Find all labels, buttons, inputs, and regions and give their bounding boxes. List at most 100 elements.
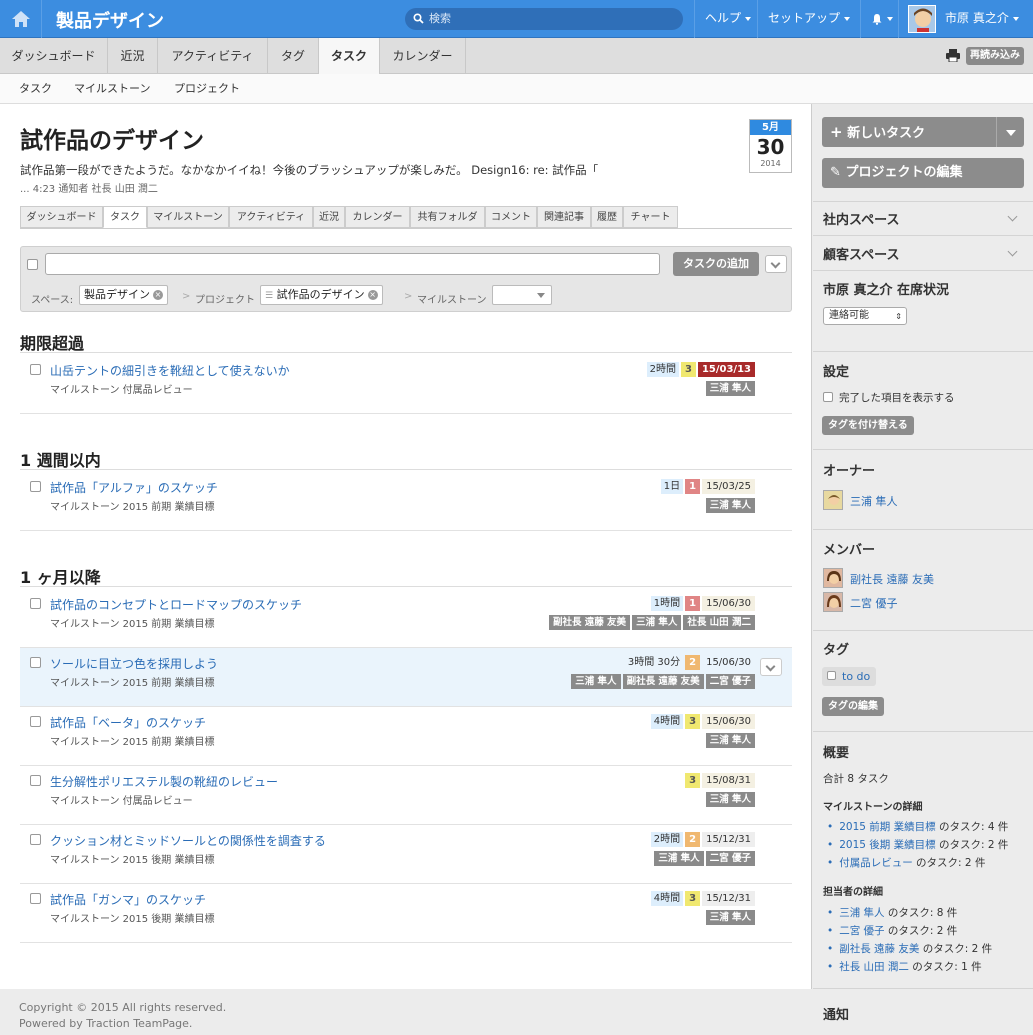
task-row[interactable]: クッション材とミッドソールとの関係性を調査する マイルストーン 2015 後期 … (20, 825, 792, 884)
task-title[interactable]: 試作品「ベータ」のスケッチ (50, 714, 206, 731)
tab-dashboard[interactable]: ダッシュボード (0, 38, 108, 74)
milestone-select[interactable] (492, 285, 552, 305)
task-checkbox[interactable] (30, 893, 41, 904)
ptab-milestones[interactable]: マイルストーン (147, 206, 229, 228)
assignee-badge[interactable]: 三浦 隼人 (705, 910, 755, 925)
internal-space-heading[interactable]: 社内スペース (823, 209, 899, 228)
notifications-menu[interactable] (860, 0, 898, 38)
avatar[interactable] (908, 5, 936, 33)
task-row[interactable]: 試作品「ベータ」のスケッチ マイルストーン 2015 前期 業績目標 4時間 3… (20, 707, 792, 766)
task-checkbox[interactable] (30, 481, 41, 492)
task-checkbox[interactable] (30, 364, 41, 375)
task-options-dropdown[interactable] (760, 658, 782, 676)
tab-recent[interactable]: 近況 (108, 38, 158, 74)
assignee-badge[interactable]: 二宮 優子 (705, 674, 755, 689)
ptab-calendar[interactable]: カレンダー (345, 206, 410, 228)
chevron-down-icon[interactable] (1007, 211, 1018, 222)
task-title[interactable]: 試作品「アルファ」のスケッチ (50, 479, 218, 496)
ptab-related[interactable]: 関連記事 (537, 206, 591, 228)
space-filter-chip[interactable]: 製品デザイン × (79, 285, 168, 305)
milestone-link[interactable]: 付属品レビュー (839, 857, 913, 869)
member-name[interactable]: 二宮 優子 (850, 595, 898, 611)
task-title[interactable]: ソールに目立つ色を採用しよう (50, 655, 218, 672)
assignee-badge[interactable]: 二宮 優子 (705, 851, 755, 866)
tab-calendar[interactable]: カレンダー (380, 38, 466, 74)
ptab-comments[interactable]: コメント (485, 206, 537, 228)
owner-name[interactable]: 三浦 隼人 (850, 493, 898, 509)
add-options-dropdown[interactable] (765, 255, 787, 273)
task-row[interactable]: 試作品「アルファ」のスケッチ マイルストーン 2015 前期 業績目標 1日 1… (20, 472, 792, 531)
assignee-badge[interactable]: 三浦 隼人 (705, 792, 755, 807)
project-filter-chip[interactable]: ☰ 試作品のデザイン × (260, 285, 383, 305)
assignee-badge[interactable]: 三浦 隼人 (705, 381, 755, 396)
ptab-dashboard[interactable]: ダッシュボード (20, 206, 103, 228)
tag-label[interactable]: to do (842, 670, 870, 683)
assignee-badge[interactable]: 三浦 隼人 (654, 851, 704, 866)
assignee-badge[interactable]: 三浦 隼人 (571, 674, 621, 689)
help-menu[interactable]: ヘルプ (694, 0, 757, 38)
milestone-link[interactable]: 2015 前期 業績目標 (839, 821, 935, 833)
task-row[interactable]: 生分解性ポリエステル製の靴紐のレビュー マイルストーン 付属品レビュー 3 15… (20, 766, 792, 825)
app-title[interactable]: 製品デザイン (56, 7, 164, 33)
task-checkbox[interactable] (30, 775, 41, 786)
ptab-chart[interactable]: チャート (623, 206, 678, 228)
assignee-link[interactable]: 三浦 隼人 (839, 907, 884, 919)
assignee-badge[interactable]: 三浦 隼人 (705, 733, 755, 748)
tab-activity[interactable]: アクティビティ (158, 38, 268, 74)
task-checkbox[interactable] (30, 716, 41, 727)
chevron-down-icon[interactable] (1006, 130, 1016, 136)
select-all-checkbox[interactable] (27, 259, 38, 270)
subnav-tasks[interactable]: タスク (19, 74, 52, 104)
retag-button[interactable]: タグを付け替える (822, 416, 914, 435)
assignee-badge[interactable]: 三浦 隼人 (632, 615, 682, 630)
tag-item[interactable]: to do (822, 667, 877, 686)
task-row[interactable]: 山岳テントの細引きを靴紐として使えないか マイルストーン 付属品レビュー 2時間… (20, 355, 792, 414)
reload-button[interactable]: 再読み込み (966, 47, 1024, 65)
show-completed-checkbox[interactable] (823, 392, 833, 402)
tab-tasks[interactable]: タスク (319, 38, 380, 75)
print-icon[interactable] (946, 49, 960, 62)
task-title[interactable]: 山岳テントの細引きを靴紐として使えないか (50, 362, 290, 379)
assignee-badge[interactable]: 副社長 遠藤 友美 (548, 615, 631, 630)
close-icon[interactable]: × (367, 290, 378, 300)
presence-select[interactable]: 連絡可能 ⇕ (823, 307, 907, 325)
home-icon[interactable] (0, 0, 42, 38)
assignee-badge[interactable]: 副社長 遠藤 友美 (622, 674, 704, 689)
task-row[interactable]: 試作品「ガンマ」のスケッチ マイルストーン 2015 後期 業績目標 4時間 3… (20, 884, 792, 943)
member-name[interactable]: 副社長 遠藤 友美 (850, 571, 934, 587)
milestone-link[interactable]: 2015 後期 業績目標 (839, 839, 935, 851)
customer-space-heading[interactable]: 顧客スペース (823, 244, 899, 263)
edit-tags-button[interactable]: タグの編集 (822, 697, 884, 716)
ptab-tasks[interactable]: タスク (103, 206, 147, 228)
task-checkbox[interactable] (30, 598, 41, 609)
task-title[interactable]: 生分解性ポリエステル製の靴紐のレビュー (50, 773, 278, 790)
close-icon[interactable]: × (153, 290, 163, 300)
task-title[interactable]: 試作品のコンセプトとロードマップのスケッチ (50, 596, 302, 613)
new-task-input[interactable] (45, 253, 660, 275)
assignee-link[interactable]: 社長 山田 潤二 (839, 961, 909, 973)
tab-tags[interactable]: タグ (268, 38, 319, 74)
task-checkbox[interactable] (30, 834, 41, 845)
assignee-badge[interactable]: 三浦 隼人 (705, 498, 755, 513)
ptab-history[interactable]: 履歴 (591, 206, 623, 228)
ptab-recent[interactable]: 近況 (313, 206, 345, 228)
edit-project-button[interactable]: ✎ プロジェクトの編集 (822, 158, 1024, 188)
assignee-link[interactable]: 二宮 優子 (839, 925, 884, 937)
setup-menu[interactable]: セットアップ (757, 0, 860, 38)
subnav-milestones[interactable]: マイルストーン (74, 74, 150, 104)
ptab-shared-folder[interactable]: 共有フォルダ (410, 206, 485, 228)
add-task-button[interactable]: タスクの追加 (673, 252, 759, 276)
assignee-link[interactable]: 副社長 遠藤 友美 (839, 943, 919, 955)
chevron-down-icon[interactable] (1007, 246, 1018, 257)
subnav-projects[interactable]: プロジェクト (174, 74, 240, 104)
new-task-button[interactable]: + 新しいタスク (822, 117, 1024, 147)
tag-checkbox[interactable] (827, 671, 836, 680)
assignee-badge[interactable]: 社長 山田 潤二 (683, 615, 755, 630)
ptab-activity[interactable]: アクティビティ (229, 206, 313, 228)
task-row[interactable]: 試作品のコンセプトとロードマップのスケッチ マイルストーン 2015 前期 業績… (20, 589, 792, 648)
task-title[interactable]: クッション材とミッドソールとの関係性を調査する (50, 832, 326, 849)
task-row[interactable]: ソールに目立つ色を採用しよう マイルストーン 2015 前期 業績目標 3時間 … (20, 648, 792, 707)
task-title[interactable]: 試作品「ガンマ」のスケッチ (50, 891, 206, 908)
task-checkbox[interactable] (30, 657, 41, 668)
search-input[interactable]: 検索 (405, 8, 683, 30)
